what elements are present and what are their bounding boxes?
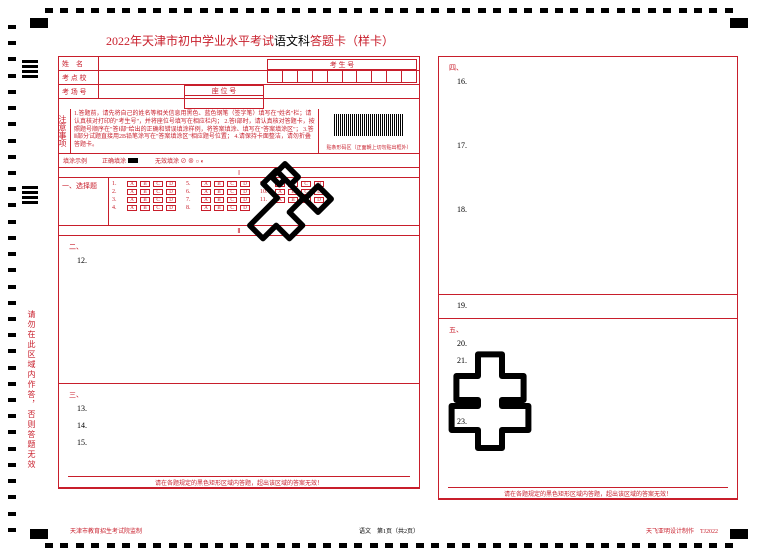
exam-number-box: 考 生 号 [267, 59, 417, 83]
section-2: Ⅱ 二、 12. 三、 13. 14. 15. 请在各题规定的黑色矩形区域内答题… [58, 226, 420, 489]
right-box: 四、 16. 17. 18. 19. 五、 20. 21. 22. 23. 请在… [438, 56, 738, 500]
q18-label: 18. [457, 205, 727, 214]
barcode-icon [334, 114, 404, 136]
q17-label: 17. [457, 141, 727, 150]
answer-area-q19[interactable]: 19. [439, 295, 737, 319]
answer-area-q16-18[interactable]: 四、 16. 17. 18. [439, 57, 737, 295]
section-1-header: Ⅰ [59, 168, 419, 178]
footer-warning-right: 请在各题规定的黑色矩形区域内答题，超出该区域的答案无效！ [448, 487, 728, 497]
q14-label: 14. [77, 421, 409, 430]
choice-section-label: 一、选择题 [59, 178, 109, 226]
seat-number-box: 座 位 号 [184, 85, 264, 109]
bottom-right-info: 天飞亚明设计制作 TJ2022 [646, 526, 718, 535]
room-label: 考 场 号 [59, 85, 99, 98]
vertical-warning: 请勿在此区域内作答，否则答题无效 [26, 310, 37, 470]
fill-example: 填涂示例 正确填涂 无效填涂 ⊘ ⊗ ○ ◐ [59, 153, 419, 167]
choice-grid[interactable]: 1.ABCD2.ABCD3.ABCD4.ABCD5.ABCD6.ABCD7.AB… [109, 178, 419, 226]
section-2-header: Ⅱ [59, 226, 419, 236]
q16-label: 16. [457, 77, 727, 86]
notice-area: 注意事项 1.答题前，请先将自己的姓名等相关信息用黑色、蓝色钢笔（签字笔）填写在… [59, 109, 419, 153]
q12-label: 12. [77, 256, 409, 265]
right-column: 四、 16. 17. 18. 19. 五、 20. 21. 22. 23. 请在… [438, 56, 738, 500]
site-label: 考 点 校 [59, 71, 99, 84]
notice-label: 注意事项 [59, 109, 71, 153]
corner-mark [30, 18, 48, 28]
q22-label: 22. [457, 400, 727, 409]
barcode-area: 贴条形码区（正面朝上切勿贴出框外） [319, 109, 419, 153]
answer-area-q12[interactable]: 二、 12. [59, 236, 419, 384]
exam-number-cells[interactable] [268, 70, 416, 82]
sync-marks [22, 60, 38, 204]
q15-label: 15. [77, 438, 409, 447]
left-column: 姓 名 考 点 校 考 场 号 考 生 号 座 位 号 注意事项 1.答题前，请… [58, 56, 420, 489]
subsection-4-label: 四、 [449, 63, 727, 73]
corner-mark [730, 18, 748, 28]
title-part2: 语文科 [274, 34, 310, 48]
seat-label: 座 位 号 [185, 86, 263, 96]
q20-label: 20. [457, 339, 727, 348]
correct-fill-label: 正确填涂 [102, 159, 126, 165]
subsection-2-label: 二、 [69, 242, 409, 252]
subsection-5-label: 五、 [449, 325, 727, 335]
subsection-3-label: 三、 [69, 390, 409, 400]
timing-marks-bottom [45, 543, 733, 549]
name-label: 姓 名 [59, 57, 99, 70]
exam-number-label: 考 生 号 [268, 60, 416, 70]
barcode-note: 贴条形码区（正面朝上切勿贴出框外） [324, 144, 414, 151]
wrong-fill-label: 无效填涂 [155, 159, 179, 165]
answer-area-q13-15[interactable]: 三、 13. 14. 15. [59, 384, 419, 488]
info-box: 姓 名 考 点 校 考 场 号 考 生 号 座 位 号 注意事项 1.答题前，请… [58, 56, 420, 168]
q23-label: 23. [457, 417, 727, 426]
q13-label: 13. [77, 404, 409, 413]
section-1: Ⅰ 一、选择题 1.ABCD2.ABCD3.ABCD4.ABCD5.ABCD6.… [58, 168, 420, 226]
footer-warning-left: 请在各题规定的黑色矩形区域内答题，超出该区域的答案无效！ [68, 476, 410, 486]
fill-example-label: 填涂示例 [63, 156, 87, 165]
q21-label: 21. [457, 356, 727, 365]
notice-text: 1.答题前，请先将自己的姓名等相关信息用黑色、蓝色钢笔（签字笔）填写在"姓名"栏… [71, 109, 319, 153]
title-part3: 答题卡（样卡） [310, 34, 394, 48]
page-title: 2022年天津市初中学业水平考试语文科答题卡（样卡） [60, 32, 440, 49]
answer-area-q20-23[interactable]: 五、 20. 21. 22. 23. [439, 319, 737, 499]
timing-marks-left [8, 25, 16, 532]
answer-sheet-page: 请勿在此区域内作答，否则答题无效 2022年天津市初中学业水平考试语文科答题卡（… [0, 0, 778, 557]
title-part1: 2022年天津市初中学业水平考试 [106, 34, 274, 48]
timing-marks-top [45, 8, 733, 14]
q19-label: 19. [457, 301, 727, 310]
filled-bubble-icon [128, 158, 138, 163]
